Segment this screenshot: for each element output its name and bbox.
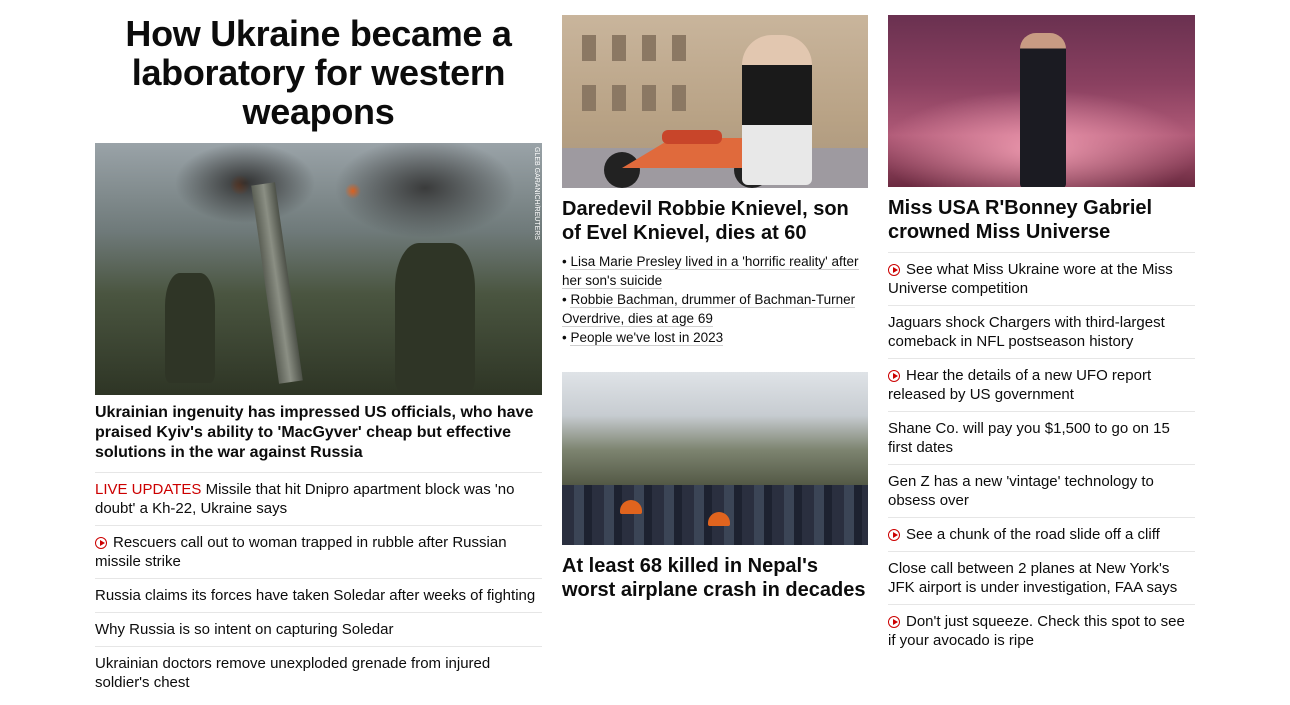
building-window <box>642 35 656 61</box>
video-play-icon <box>95 537 107 549</box>
middle-column: Daredevil Robbie Knievel, son of Evel Kn… <box>562 0 868 602</box>
video-play-icon <box>888 616 900 628</box>
list-item[interactable]: • People we've lost in 2023 <box>562 328 868 347</box>
list-item[interactable]: • Lisa Marie Presley lived in a 'horrifi… <box>562 252 868 290</box>
person-shape <box>1020 33 1066 187</box>
headline-text[interactable]: Rescuers call out to woman trapped in ru… <box>95 534 507 570</box>
knievel-headline[interactable]: Daredevil Robbie Knievel, son of Evel Kn… <box>562 197 868 245</box>
main-story-column: How Ukraine became a laboratory for west… <box>95 0 542 699</box>
headline-text[interactable]: Don't just squeeze. Check this spot to s… <box>888 613 1185 649</box>
list-item[interactable]: Shane Co. will pay you $1,500 to go on 1… <box>888 411 1195 464</box>
headline-text[interactable]: Jaguars shock Chargers with third-larges… <box>888 314 1165 350</box>
list-item[interactable]: LIVE UPDATES Missile that hit Dnipro apa… <box>95 472 542 525</box>
bullet-link[interactable]: People we've lost in 2023 <box>570 330 724 346</box>
list-item[interactable]: See a chunk of the road slide off a clif… <box>888 517 1195 551</box>
list-item[interactable]: Rescuers call out to woman trapped in ru… <box>95 525 542 578</box>
list-item[interactable]: • Robbie Bachman, drummer of Bachman-Tur… <box>562 290 868 328</box>
list-item[interactable]: Jaguars shock Chargers with third-larges… <box>888 305 1195 358</box>
headline-text[interactable]: Russia claims its forces have taken Sole… <box>95 587 535 604</box>
headline-text[interactable]: See a chunk of the road slide off a clif… <box>906 526 1160 543</box>
headline-text[interactable]: Shane Co. will pay you $1,500 to go on 1… <box>888 420 1170 456</box>
headline-text[interactable]: Hear the details of a new UFO report rel… <box>888 367 1151 403</box>
related-headlines: LIVE UPDATES Missile that hit Dnipro apa… <box>95 472 542 699</box>
related-bullets: • Lisa Marie Presley lived in a 'horrifi… <box>562 252 868 347</box>
nepal-headline[interactable]: At least 68 killed in Nepal's worst airp… <box>562 554 868 602</box>
nepal-card: At least 68 killed in Nepal's worst airp… <box>562 372 868 602</box>
person-shape <box>742 35 812 185</box>
nepal-crash-photo[interactable] <box>562 372 868 545</box>
photo-credit: GLEB GARANICH/REUTERS <box>533 147 540 240</box>
building-window <box>612 35 626 61</box>
miss-universe-photo[interactable] <box>888 15 1195 187</box>
video-play-icon <box>888 370 900 382</box>
headline-text[interactable]: Gen Z has a new 'vintage' technology to … <box>888 473 1154 509</box>
list-item[interactable]: Hear the details of a new UFO report rel… <box>888 358 1195 411</box>
headline-text[interactable]: Ukrainian doctors remove unexploded gren… <box>95 655 490 691</box>
building-window <box>582 35 596 61</box>
headline-text[interactable]: See what Miss Ukraine wore at the Miss U… <box>888 261 1173 297</box>
artillery-photo[interactable]: GLEB GARANICH/REUTERS <box>95 143 542 395</box>
main-story-summary[interactable]: Ukrainian ingenuity has impressed US off… <box>95 403 542 463</box>
bullet-link[interactable]: Lisa Marie Presley lived in a 'horrific … <box>562 254 859 289</box>
list-item[interactable]: Close call between 2 planes at New York'… <box>888 551 1195 604</box>
main-story-headline[interactable]: How Ukraine became a laboratory for west… <box>95 14 542 131</box>
list-item[interactable]: Ukrainian doctors remove unexploded gren… <box>95 646 542 699</box>
live-updates-label: LIVE UPDATES <box>95 481 202 498</box>
list-item[interactable]: Why Russia is so intent on capturing Sol… <box>95 612 542 646</box>
headline-text[interactable]: Why Russia is so intent on capturing Sol… <box>95 621 393 638</box>
list-item[interactable]: Gen Z has a new 'vintage' technology to … <box>888 464 1195 517</box>
miss-universe-headline[interactable]: Miss USA R'Bonney Gabriel crowned Miss U… <box>888 196 1195 244</box>
headline-text[interactable]: Close call between 2 planes at New York'… <box>888 560 1177 596</box>
knievel-photo[interactable] <box>562 15 868 188</box>
video-play-icon <box>888 264 900 276</box>
video-play-icon <box>888 529 900 541</box>
howitzer-shape <box>251 182 303 384</box>
right-column: Miss USA R'Bonney Gabriel crowned Miss U… <box>888 0 1195 657</box>
soldier-shape <box>165 273 215 383</box>
soldier-shape <box>395 243 475 393</box>
right-headlines: See what Miss Ukraine wore at the Miss U… <box>888 252 1195 657</box>
list-item[interactable]: Russia claims its forces have taken Sole… <box>95 578 542 612</box>
building-window <box>672 35 686 61</box>
bullet-link[interactable]: Robbie Bachman, drummer of Bachman-Turne… <box>562 292 856 327</box>
list-item[interactable]: Don't just squeeze. Check this spot to s… <box>888 604 1195 657</box>
list-item[interactable]: See what Miss Ukraine wore at the Miss U… <box>888 252 1195 305</box>
